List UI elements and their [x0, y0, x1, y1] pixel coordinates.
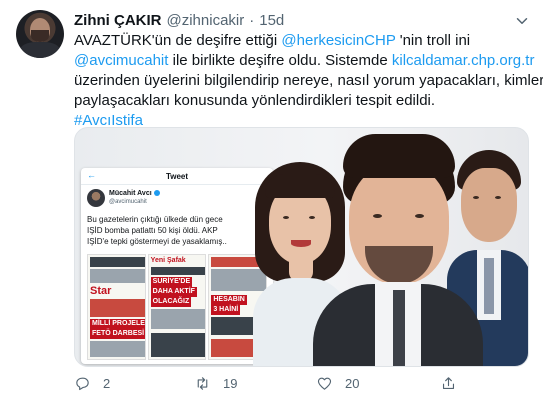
newspaper-headline: FETÖ DARBESİ	[90, 329, 145, 339]
author-handle[interactable]: @zihnicakir	[167, 12, 245, 29]
newspaper-headline: OLACAĞIZ	[150, 297, 192, 307]
reply-icon	[76, 377, 89, 390]
newspaper-headline: HESABIN	[211, 295, 247, 305]
newspaper-headline: DAHA AKTİF	[150, 287, 197, 297]
embedded-tweet-text: Bu gazetelerin çıktığı ülkede dün gece I…	[87, 214, 267, 247]
url-link[interactable]: kilcaldamar.chp.org.tr	[392, 52, 535, 69]
embedded-text-line: IŞİD bomba patlattı 50 kişi öldü. AKP	[87, 226, 218, 235]
mention-link[interactable]: @herkesicinCHP	[281, 32, 395, 49]
newspaper-headline: 3 HAİNİ	[211, 305, 241, 315]
tweet-text-segment: paylaşacakları konusunda yönlendirdikler…	[74, 92, 436, 109]
embedded-tweet-screenshot: ← Tweet Mücahit Avcı @avcimucahit Bu gaz…	[81, 168, 273, 364]
like-button[interactable]: 20	[316, 373, 359, 393]
embedded-tweet-title: Tweet	[165, 172, 189, 181]
newspaper-headline: SURİYE'DE	[150, 277, 193, 287]
share-icon	[442, 376, 455, 389]
tweet-text-segment: AVAZTÜRK'ün de deşifre ettiği	[74, 32, 282, 49]
author-avatar[interactable]	[16, 10, 64, 58]
embedded-text-line: Bu gazetelerin çıktığı ülkede dün gece	[87, 215, 223, 224]
caret-down-icon[interactable]	[513, 12, 531, 30]
tweet-text-segment: üzerinden üyelerini bilgilendirip nereye…	[74, 72, 543, 89]
embedded-author-handle: @avcimucahit	[109, 199, 147, 205]
reply-button[interactable]: 2	[74, 373, 110, 393]
person-photo-man-center	[313, 134, 483, 366]
newspaper-masthead: Star	[90, 285, 112, 297]
newspaper-collage: Star MİLLİ PROJELER FETÖ DARBESİ Yeni Şa…	[87, 254, 268, 360]
tweet-text-segment: ile birlikte deşifre oldu. Sistemde	[168, 52, 392, 69]
mention-link[interactable]: @avcimucahit	[74, 52, 168, 69]
tweet-text: AVAZTÜRK'ün de deşifre ettiği @herkesici…	[74, 31, 543, 131]
newspaper-front-page: Star MİLLİ PROJELER FETÖ DARBESİ	[87, 254, 146, 360]
tweet-actions: 2 19 20	[74, 373, 529, 393]
tweet[interactable]: Zihni ÇAKIR @zihnicakir · 15d AVAZTÜRK'ü…	[0, 0, 543, 400]
reply-count: 2	[103, 375, 111, 391]
tweet-text-segment: 'nin troll ini	[395, 32, 471, 49]
embedded-avatar	[87, 189, 105, 207]
newspaper-headline: MİLLİ PROJELER	[90, 319, 145, 329]
retweet-button[interactable]: 19	[194, 373, 237, 393]
separator-dot: ·	[249, 11, 255, 29]
tweet-header: Zihni ÇAKIR @zihnicakir · 15d	[74, 10, 284, 30]
tweet-image[interactable]: ← Tweet Mücahit Avcı @avcimucahit Bu gaz…	[74, 127, 529, 367]
embedded-text-line: IŞİD'e tepki göstermeyi de yasaklamış..	[87, 237, 227, 246]
like-count: 20	[345, 375, 360, 391]
share-button[interactable]	[440, 373, 469, 393]
like-icon	[317, 377, 332, 390]
embedded-author-name: Mücahit Avcı	[109, 190, 152, 197]
tweet-timestamp[interactable]: 15d	[259, 12, 284, 29]
verified-icon	[153, 190, 160, 197]
newspaper-front-page: Yeni Şafak SURİYE'DE DAHA AKTİF OLACAĞIZ	[147, 254, 207, 360]
retweet-icon	[197, 376, 208, 390]
newspaper-masthead: Yeni Şafak	[150, 257, 186, 264]
retweet-count: 19	[223, 375, 238, 391]
author-name[interactable]: Zihni ÇAKIR	[74, 12, 162, 29]
